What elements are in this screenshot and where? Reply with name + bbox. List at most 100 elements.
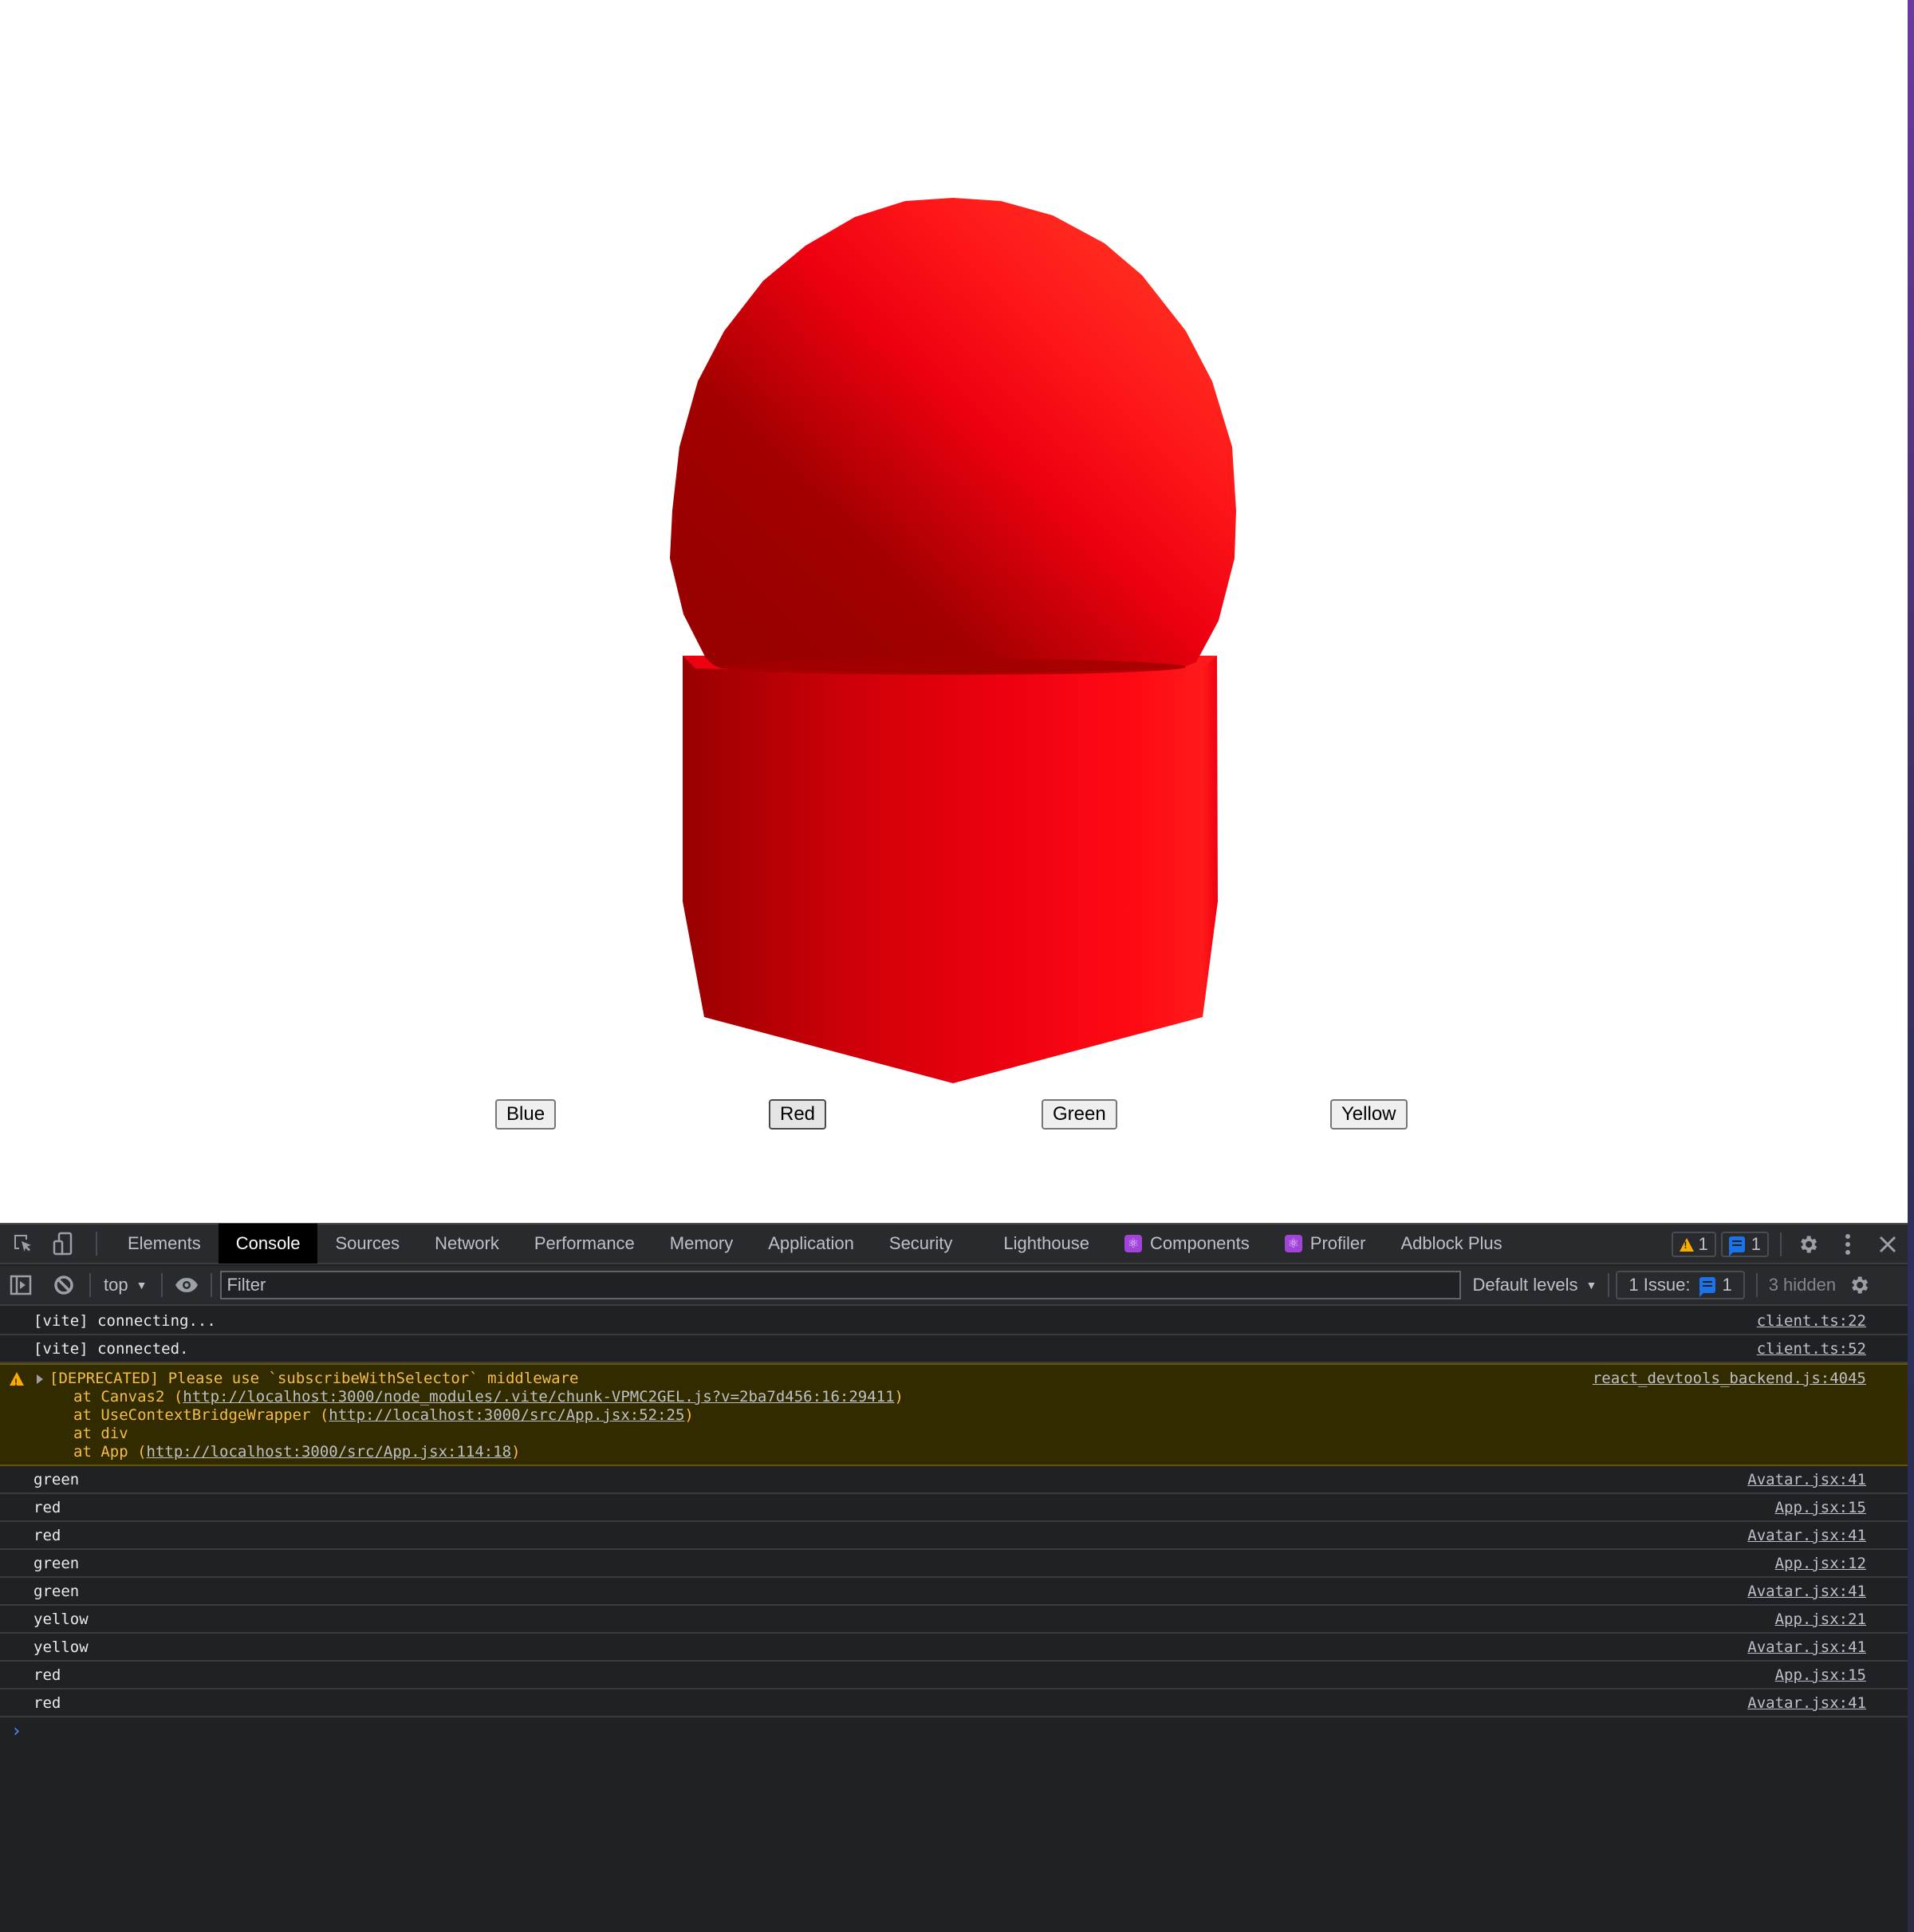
console-prompt-input[interactable]: › — [0, 1717, 1908, 1749]
dropdown-caret-icon: ▼ — [136, 1279, 148, 1291]
log-source-link[interactable]: Avatar.jsx:41 — [1747, 1694, 1866, 1713]
log-row: red Avatar.jsx:41 — [0, 1690, 1908, 1717]
three-d-canvas[interactable] — [0, 0, 1908, 1101]
clear-console-icon[interactable] — [41, 1265, 86, 1305]
close-devtools-icon[interactable] — [1868, 1224, 1908, 1264]
warning-icon — [1679, 1237, 1694, 1252]
separator — [211, 1273, 213, 1297]
log-text: green — [33, 1471, 80, 1488]
show-sidebar-icon[interactable] — [0, 1265, 41, 1305]
prompt-chevron-icon: › — [11, 1721, 22, 1741]
tab-elements[interactable]: Elements — [110, 1224, 219, 1264]
log-source-link[interactable]: Avatar.jsx:41 — [1747, 1471, 1866, 1489]
separator — [89, 1273, 91, 1297]
log-row: green Avatar.jsx:41 — [0, 1578, 1908, 1606]
separator — [1755, 1273, 1758, 1297]
tab-sources[interactable]: Sources — [317, 1224, 417, 1264]
console-settings-gear-icon[interactable] — [1845, 1265, 1873, 1305]
avatar-head-sphere — [670, 198, 1236, 674]
console-message: [vite] connected. client.ts:52 — [0, 1335, 1908, 1363]
inspect-element-icon[interactable] — [3, 1224, 43, 1264]
blue-button[interactable]: Blue — [495, 1099, 557, 1130]
log-text: red — [33, 1666, 61, 1684]
warnings-counter[interactable]: 1 — [1671, 1232, 1716, 1257]
message-source-link[interactable]: client.ts:22 — [1757, 1312, 1866, 1331]
log-row: red App.jsx:15 — [0, 1662, 1908, 1690]
red-button[interactable]: Red — [769, 1099, 827, 1130]
stack-frame: at Canvas2 (http://localhost:3000/node_m… — [49, 1388, 1908, 1406]
stack-frame-prefix: at App ( — [73, 1443, 147, 1461]
stack-frame-suffix: ) — [511, 1443, 521, 1461]
more-options-icon[interactable] — [1828, 1224, 1868, 1264]
tab-application[interactable]: Application — [750, 1224, 872, 1264]
log-row: yellow Avatar.jsx:41 — [0, 1634, 1908, 1662]
green-button[interactable]: Green — [1042, 1099, 1117, 1130]
react-icon: ⚛ — [1284, 1235, 1302, 1252]
tab-lighthouse[interactable]: Lighthouse — [986, 1224, 1107, 1264]
log-source-link[interactable]: Avatar.jsx:41 — [1747, 1638, 1866, 1657]
tab-profiler-label: Profiler — [1309, 1233, 1366, 1253]
tab-profiler[interactable]: ⚛ Profiler — [1267, 1224, 1384, 1264]
console-warning: [DEPRECATED] Please use `subscribeWithSe… — [0, 1363, 1908, 1466]
devtools-tabbar-actions: 1 1 — [1671, 1224, 1908, 1264]
console-messages: [vite] connecting... client.ts:22 [vite]… — [0, 1307, 1908, 1932]
stack-frame-link[interactable]: http://localhost:3000/node_modules/.vite… — [183, 1388, 894, 1406]
log-text: yellow — [33, 1611, 89, 1628]
yellow-button[interactable]: Yellow — [1330, 1099, 1408, 1130]
tab-performance[interactable]: Performance — [517, 1224, 652, 1264]
issues-label: 1 Issue: — [1628, 1275, 1691, 1295]
device-toolbar-icon[interactable] — [43, 1224, 83, 1264]
log-source-link[interactable]: App.jsx:21 — [1775, 1611, 1866, 1629]
message-text: [vite] connected. — [33, 1340, 189, 1358]
log-source-link[interactable]: App.jsx:15 — [1775, 1499, 1866, 1517]
log-list: green Avatar.jsx:41 red App.jsx:15 red Avat… — [0, 1466, 1908, 1717]
log-row: yellow App.jsx:21 — [0, 1606, 1908, 1634]
stack-frame-link[interactable]: http://localhost:3000/src/App.jsx:52:25 — [329, 1406, 684, 1424]
devtools-panel: Elements Console Sources Network Perform… — [0, 1223, 1908, 1932]
issues-button[interactable]: 1 Issue: 1 — [1616, 1271, 1745, 1299]
stack-frame-suffix: ) — [894, 1388, 904, 1406]
dropdown-caret-icon: ▼ — [1585, 1279, 1597, 1291]
settings-gear-icon[interactable] — [1788, 1224, 1828, 1264]
log-text: yellow — [33, 1638, 89, 1656]
log-text: red — [33, 1499, 61, 1516]
tab-network[interactable]: Network — [417, 1224, 517, 1264]
expand-arrow-icon[interactable] — [37, 1374, 43, 1384]
console-toolbar: top ▼ Default levels ▼ 1 Issue: 1 3 hidd… — [0, 1266, 1908, 1306]
log-source-link[interactable]: App.jsx:15 — [1775, 1666, 1866, 1685]
avatar-base — [683, 656, 1218, 1083]
messages-counter[interactable]: 1 — [1720, 1232, 1769, 1257]
log-levels-dropdown[interactable]: Default levels ▼ — [1461, 1275, 1608, 1295]
log-text: green — [33, 1583, 80, 1600]
avatar-sphere-shadow — [720, 659, 1186, 675]
warning-source-link[interactable]: react_devtools_backend.js:4045 — [1593, 1370, 1866, 1388]
stack-frame-prefix: at UseContextBridgeWrapper ( — [73, 1406, 329, 1424]
stack-frame-link[interactable]: http://localhost:3000/src/App.jsx:114:18 — [147, 1443, 512, 1461]
live-expression-eye-icon[interactable] — [171, 1265, 203, 1305]
log-source-link[interactable]: Avatar.jsx:41 — [1747, 1527, 1866, 1545]
tab-components-label: Components — [1150, 1233, 1250, 1253]
tab-adblock-plus[interactable]: Adblock Plus — [1383, 1224, 1519, 1264]
context-selector[interactable]: top ▼ — [97, 1275, 153, 1295]
log-row: red Avatar.jsx:41 — [0, 1522, 1908, 1550]
console-filter-input[interactable] — [220, 1271, 1462, 1299]
stack-frame-suffix: ) — [684, 1406, 694, 1424]
log-row: green Avatar.jsx:41 — [0, 1466, 1908, 1494]
devtools-tabbar: Elements Console Sources Network Perform… — [0, 1224, 1908, 1264]
separator — [96, 1232, 97, 1256]
message-source-link[interactable]: client.ts:52 — [1757, 1340, 1866, 1358]
log-source-link[interactable]: App.jsx:12 — [1775, 1555, 1866, 1573]
context-value: top — [104, 1275, 128, 1295]
tab-security[interactable]: Security — [872, 1224, 970, 1264]
stack-frame: at App (http://localhost:3000/src/App.js… — [49, 1443, 1908, 1461]
separator — [1608, 1273, 1610, 1297]
log-text: green — [33, 1555, 80, 1572]
separator — [161, 1273, 163, 1297]
tab-memory[interactable]: Memory — [652, 1224, 750, 1264]
log-row: red App.jsx:15 — [0, 1494, 1908, 1522]
tab-components[interactable]: ⚛ Components — [1107, 1224, 1267, 1264]
tab-console[interactable]: Console — [218, 1224, 318, 1264]
stack-frame-prefix: at div — [73, 1425, 128, 1442]
log-source-link[interactable]: Avatar.jsx:41 — [1747, 1583, 1866, 1601]
stack-frame: at div — [49, 1425, 1908, 1443]
